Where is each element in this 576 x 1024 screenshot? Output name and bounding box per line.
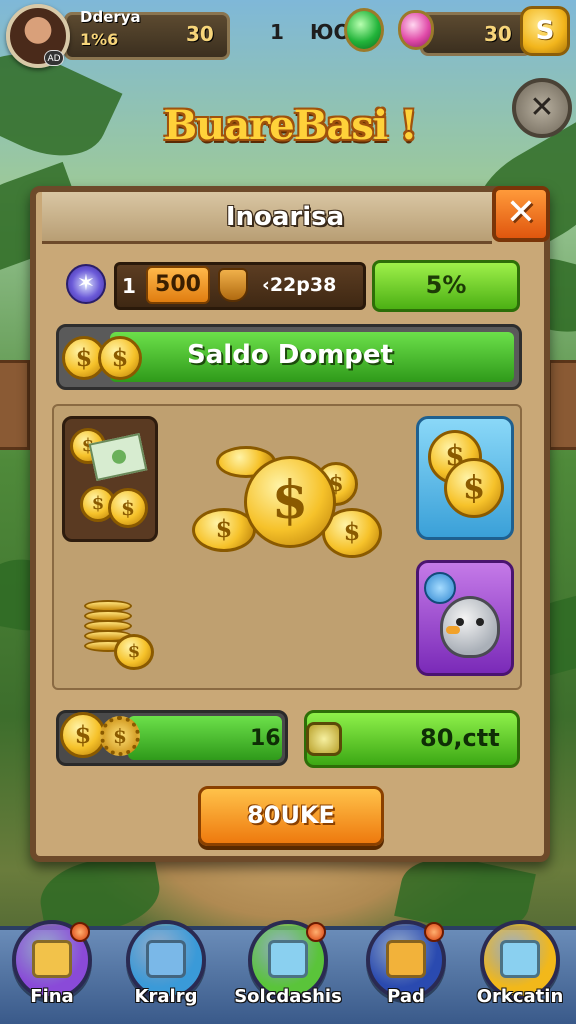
nav-item-fina[interactable]: Fina	[8, 920, 96, 1024]
nav-label: Orkcatin	[476, 986, 564, 1007]
nav-item-pad[interactable]: Pad	[362, 920, 450, 1024]
notification-dot	[424, 922, 444, 942]
coin-pile-icon[interactable]: $	[244, 456, 336, 548]
resource-prefix: 1	[122, 274, 136, 298]
currency-panel	[420, 12, 532, 56]
notification-dot	[306, 922, 326, 942]
coin-shop-button[interactable]: S	[520, 6, 570, 56]
player-level: 1%6	[80, 30, 119, 49]
chest-icon	[32, 940, 72, 978]
avatar-badge: AD	[44, 50, 64, 66]
shield-icon	[218, 268, 248, 302]
action-button[interactable]: 80UKE	[198, 786, 384, 846]
right-bar-value: 80,ctt	[420, 724, 500, 752]
pet-beak-icon	[446, 626, 460, 634]
player-name: Dderya	[80, 8, 141, 26]
star-icon: ✶	[66, 264, 106, 304]
token-icon	[306, 722, 342, 756]
nav-item-kralrg[interactable]: Kralrg	[122, 920, 210, 1024]
pet-eye-icon	[456, 618, 464, 626]
crystal-icon	[268, 940, 308, 978]
coin-icon: $	[444, 458, 504, 518]
nav-label: Pad	[387, 986, 425, 1007]
green-gem-icon[interactable]	[344, 8, 384, 52]
tools-icon[interactable]: ✕	[512, 78, 572, 138]
coin-icon: $	[108, 488, 148, 528]
currency-value: 30	[484, 22, 512, 46]
nav-item-orkcatin[interactable]: Orkcatin	[476, 920, 564, 1024]
pink-gem-icon[interactable]	[398, 10, 434, 50]
close-button[interactable]: ✕	[492, 186, 550, 242]
package-icon	[386, 940, 426, 978]
left-bar-value: 16	[250, 726, 281, 751]
box-icon	[146, 940, 186, 978]
player-score: 30	[186, 22, 214, 46]
wallet-label: Saldo Dompet	[187, 340, 393, 370]
resource-chip[interactable]: 500	[146, 266, 210, 304]
nav-label: Solcdashis	[234, 986, 342, 1007]
notification-dot	[70, 922, 90, 942]
nav-label: Fina	[30, 986, 74, 1007]
nav-label: Kralrg	[134, 986, 198, 1007]
panel-title: Inoarisa	[225, 202, 345, 232]
resource-value: ‹22p38	[262, 274, 337, 296]
coin-icon: $	[114, 634, 154, 670]
game-title: BuareBasi !	[163, 102, 417, 149]
percent-button[interactable]: 5%	[372, 260, 520, 312]
gear-coin-icon: $	[100, 716, 140, 756]
nav-item-solcdashis[interactable]: Solcdashis	[234, 920, 342, 1024]
crystal-icon	[500, 940, 540, 978]
top-stat-a: 1	[270, 20, 284, 44]
badge-icon	[424, 572, 456, 604]
pet-eye-icon	[476, 618, 484, 626]
